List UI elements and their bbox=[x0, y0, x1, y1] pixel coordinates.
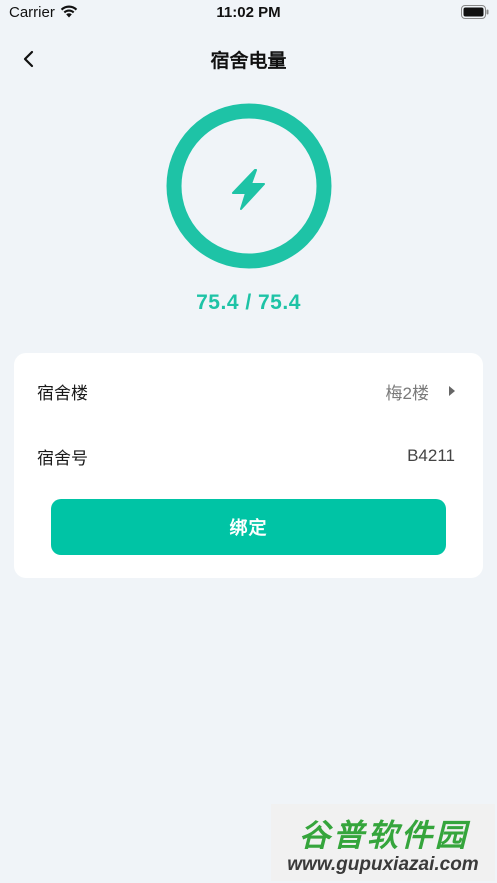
power-reading: 75.4 / 75.4 bbox=[196, 291, 301, 314]
battery-icon bbox=[461, 5, 489, 19]
building-selector[interactable]: 宿舍楼 梅2楼 bbox=[37, 376, 455, 406]
room-row[interactable]: 宿舍号 B4211 bbox=[37, 441, 455, 471]
room-label: 宿舍号 bbox=[37, 448, 88, 468]
power-meter-ring bbox=[166, 103, 332, 269]
page-title: 宿舍电量 bbox=[210, 51, 287, 72]
watermark-logo: 谷普软件园 www.gupuxiazai.com bbox=[271, 804, 495, 881]
building-value: 梅2楼 bbox=[385, 383, 429, 403]
status-bar: Carrier 11:02 PM bbox=[0, 0, 497, 26]
nav-bar: 宿舍电量 bbox=[0, 30, 497, 86]
watermark-title: 谷普软件园 bbox=[299, 818, 469, 853]
watermark-url: www.gupuxiazai.com bbox=[287, 854, 479, 875]
bind-button[interactable]: 绑定 bbox=[51, 499, 446, 555]
caret-right-icon bbox=[449, 386, 455, 396]
clock: 11:02 PM bbox=[216, 4, 281, 21]
lightning-bolt-icon bbox=[232, 169, 265, 210]
room-value: B4211 bbox=[407, 446, 455, 465]
building-label: 宿舍楼 bbox=[37, 383, 88, 403]
